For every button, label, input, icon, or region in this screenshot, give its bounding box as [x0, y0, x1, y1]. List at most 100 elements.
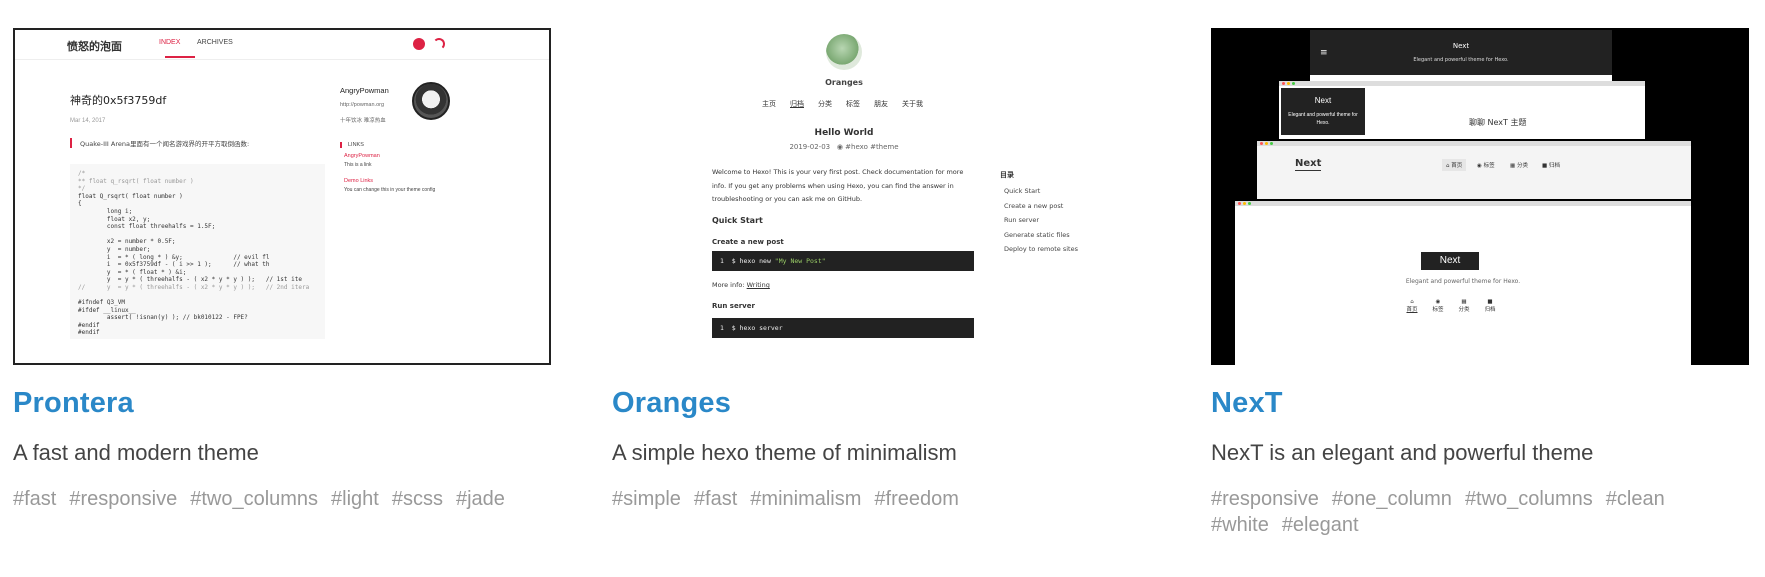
menu-item-categories: ▦ 分类	[1510, 163, 1528, 169]
tag-link[interactable]: #two_columns	[190, 486, 318, 512]
menu-item-tags: ◉ 标签	[1477, 163, 1495, 169]
code-line: // y = y * ( threehalfs - ( x2 * y * y )…	[78, 283, 310, 291]
tag-link[interactable]: #simple	[612, 486, 681, 512]
oranges-nav: 主页 归档 分类 标签 朋友 关于我	[762, 99, 923, 109]
code-line: float Q_rsqrt( float number )	[78, 192, 183, 200]
tag-link[interactable]: #two_columns	[1465, 486, 1593, 512]
nav-item: 朋友	[874, 100, 888, 108]
code-block: /* ** float q_rsqrt( float number ) */floa…	[70, 164, 325, 339]
theme-description: A simple hexo theme of minimalism	[612, 440, 957, 465]
tag-icon: ◉	[836, 143, 843, 151]
avatar	[826, 34, 862, 70]
post-meta: 2019-02-03 ◉ #hexo #theme	[612, 143, 1076, 151]
prontera-nav-archives: ARCHIVES	[197, 39, 233, 46]
theme-card-next: ≡ Next Elegant and powerful theme for He…	[1211, 28, 1749, 538]
code-line: y = * ( float * ) &i;	[78, 268, 187, 276]
menu-label: 分类	[1458, 307, 1470, 313]
tag-link[interactable]: #responsive	[1211, 486, 1319, 512]
window-bar	[1279, 81, 1645, 86]
code-line: #ifdef __linux__	[78, 306, 136, 314]
brand-box: Next Elegant and powerful theme for Hexo…	[1281, 88, 1365, 135]
heading-quick-start: Quick Start	[712, 216, 763, 225]
preview-window: Next ⌂ 首页 ◉ 标签 ▦ 分类 ■ 归档	[1257, 141, 1691, 199]
code-line: */	[78, 185, 86, 193]
post-date: 2019-02-03	[789, 143, 831, 151]
theme-title[interactable]: NexT	[1211, 387, 1749, 420]
menu-label: 归档	[1484, 307, 1496, 313]
prontera-nav-index: INDEX	[159, 39, 181, 46]
tagline: Elegant and powerful theme for Hexo.	[1288, 112, 1358, 126]
menu-item-categories: ▦ 分类	[1458, 299, 1470, 313]
code-line: ** float q_rsqrt( float number )	[78, 177, 194, 185]
tag-link[interactable]: #white	[1211, 512, 1269, 538]
theme-screenshot[interactable]: Oranges 主页 归档 分类 标签 朋友 关于我 Hello World 2…	[612, 28, 1150, 365]
tag-link[interactable]: #responsive	[69, 486, 177, 512]
code-line: x2 = number * 0.5F;	[78, 238, 176, 246]
preview-window: Next Elegant and powerful theme for Hexo…	[1235, 201, 1691, 365]
nav-item: 标签	[846, 100, 860, 108]
toc-heading: 目录	[1000, 171, 1014, 179]
toc-item: Generate static files	[1004, 230, 1070, 239]
menu-label: 标签	[1483, 163, 1495, 169]
tag-link[interactable]: #minimalism	[750, 486, 861, 512]
code-line: float x2, y;	[78, 215, 151, 223]
more-info: More info: Writing	[712, 281, 770, 289]
tag-link[interactable]: #clean	[1606, 486, 1665, 512]
theme-tags: #fast #responsive #two_columns #light #scss #…	[13, 486, 533, 512]
theme-tags: #responsive #one_column #two_columns #clean…	[1211, 486, 1731, 538]
sidebar-link-desc: This is a link	[344, 162, 372, 168]
tag-link[interactable]: #fast	[694, 486, 737, 512]
sidebar-url: http://powman.org	[340, 102, 385, 108]
post-tags: #hexo #theme	[845, 143, 899, 151]
code-text: $ hexo new	[731, 257, 775, 265]
tag-link[interactable]: #jade	[456, 486, 505, 512]
github-icon	[413, 38, 425, 50]
tag-link[interactable]: #freedom	[874, 486, 959, 512]
menu-item-home: ⌂ 首页	[1406, 299, 1418, 313]
code-line: #ifndef Q3_VM	[78, 299, 125, 307]
tag-link[interactable]: #one_column	[1332, 486, 1452, 512]
sidebar-author: AngryPowman	[340, 86, 389, 95]
theme-screenshot[interactable]: 愤怒的泡面 INDEX ARCHIVES 神奇的0x5f3759df Mar 1…	[13, 28, 551, 365]
menu-label: 首页	[1451, 163, 1463, 169]
tag-link[interactable]: #fast	[13, 486, 56, 512]
post-quote: Quake-III Arena里面有一个闻名游戏界的开平方取倒函数:	[70, 138, 249, 148]
sidebar-link: AngryPowman	[344, 153, 380, 159]
window-bar	[1235, 201, 1691, 206]
tag-link[interactable]: #light	[331, 486, 379, 512]
code-line: #endif	[78, 329, 100, 337]
menu-item-archives: ■ 归档	[1484, 299, 1496, 313]
code-line: {	[78, 200, 82, 208]
preview-window: ≡ Next Elegant and powerful theme for He…	[1310, 30, 1612, 82]
post-title: 神奇的0x5f3759df	[70, 94, 167, 107]
code-line: const float threehalfs = 1.5F;	[78, 223, 216, 231]
site-name: Oranges	[825, 78, 863, 87]
tagline: Elegant and powerful theme for Hexo.	[1405, 278, 1521, 285]
post-date: Mar 14, 2017	[70, 118, 106, 124]
menu-item-home: ⌂ 首页	[1442, 159, 1467, 171]
post-body: Welcome to Hexo! This is your very first…	[712, 168, 964, 203]
theme-title[interactable]: Oranges	[612, 387, 1150, 420]
code-line: assert( !isnan(y) ); // bk010122 - FPE?	[78, 314, 248, 322]
menu-label: 分类	[1516, 163, 1528, 169]
theme-description: A fast and modern theme	[13, 440, 259, 465]
rss-icon	[433, 38, 445, 50]
theme-title[interactable]: Prontera	[13, 387, 551, 420]
code-string: "My New Post"	[774, 257, 826, 265]
tag-link[interactable]: #elegant	[1282, 512, 1359, 538]
brand: Next	[1421, 252, 1479, 270]
menu-label: 标签	[1432, 307, 1444, 313]
code-text: $ hexo server	[731, 324, 783, 332]
sidebar-motto: 十年饮冰 难凉热血	[340, 118, 386, 124]
theme-description: NexT is an elegant and powerful theme	[1211, 440, 1594, 465]
tag-link[interactable]: #scss	[392, 486, 443, 512]
dark-header: ≡ Next Elegant and powerful theme for He…	[1310, 30, 1612, 75]
window-bar	[1257, 141, 1691, 146]
line-number: 1	[720, 257, 724, 265]
theme-screenshot[interactable]: ≡ Next Elegant and powerful theme for He…	[1211, 28, 1749, 365]
code-line: y = y * ( threehalfs - ( x2 * y * y ) );…	[78, 276, 302, 284]
code-line: /*	[78, 170, 86, 177]
more-info-link: Writing	[746, 281, 770, 289]
